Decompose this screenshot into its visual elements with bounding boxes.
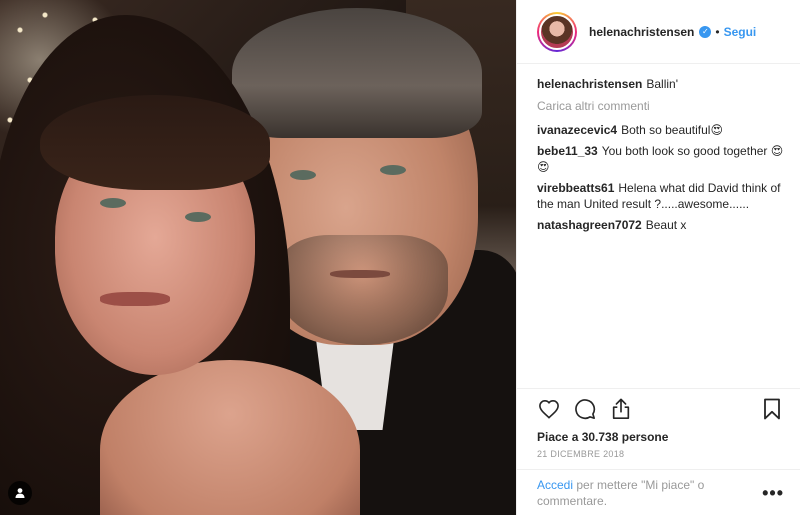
comment-author[interactable]: ivanazecevic4 [537, 123, 617, 137]
author-username[interactable]: helenachristensen [589, 25, 694, 39]
follow-button[interactable]: Segui [724, 25, 757, 39]
man-mouth [330, 270, 390, 278]
post-actions-section: Piace a 30.738 persone 21 DICEMBRE 2018 [517, 388, 800, 469]
verified-badge-icon: ✓ [699, 25, 712, 38]
instagram-post: helenachristensen ✓ • Segui helenachrist… [0, 0, 800, 515]
action-bar [517, 389, 800, 429]
post-side-panel: helenachristensen ✓ • Segui helenachrist… [516, 0, 800, 515]
avatar[interactable] [539, 13, 575, 50]
save-button[interactable] [760, 397, 784, 421]
comment-button[interactable] [573, 397, 597, 421]
comment-item: virebbeatts61 Helena what did David think… [537, 180, 784, 212]
woman-right-eye [185, 212, 211, 222]
caption: helenachristensen Ballin' [537, 76, 784, 92]
comment-text: Both so beautiful😍 [621, 123, 723, 137]
more-options-icon[interactable]: ••• [762, 484, 784, 502]
caption-text: Ballin' [646, 77, 679, 91]
comment-author[interactable]: natashagreen7072 [537, 218, 642, 232]
bookmark-icon [764, 398, 780, 420]
woman-left-eye [100, 198, 126, 208]
woman-bangs [40, 95, 270, 190]
comments-list: helenachristensen Ballin' Carica altri co… [517, 64, 800, 388]
add-comment-section: Accedi per mettere "Mi piace" o commenta… [517, 469, 800, 515]
likes-count[interactable]: Piace a 30.738 persone [517, 429, 800, 445]
post-photo[interactable] [0, 0, 516, 515]
man-left-eye [290, 170, 316, 180]
post-header: helenachristensen ✓ • Segui [517, 0, 800, 64]
share-icon [612, 398, 630, 419]
caption-author[interactable]: helenachristensen [537, 77, 642, 91]
separator-dot: • [715, 24, 720, 39]
user-tag-icon [15, 488, 25, 498]
avatar-ring[interactable] [537, 11, 577, 52]
post-date[interactable]: 21 DICEMBRE 2018 [517, 445, 800, 469]
like-button[interactable] [537, 397, 561, 421]
login-link[interactable]: Accedi [537, 478, 573, 492]
comment-text: Beaut x [645, 218, 687, 232]
comment-bubble-icon [575, 399, 596, 420]
woman-mouth [100, 292, 170, 306]
man-hair [232, 8, 482, 138]
login-prompt: Accedi per mettere "Mi piace" o commenta… [537, 477, 762, 509]
comment-item: natashagreen7072 Beaut x [537, 217, 784, 233]
user-tag-button[interactable] [8, 481, 32, 505]
man-beard [278, 235, 448, 345]
comment-author[interactable]: virebbeatts61 [537, 181, 614, 195]
comment-item: ivanazecevic4 Both so beautiful😍 [537, 122, 784, 138]
load-more-comments-button[interactable]: Carica altri commenti [537, 98, 784, 114]
comment-item: bebe11_33 You both look so good together … [537, 143, 784, 175]
comment-author[interactable]: bebe11_33 [537, 144, 598, 158]
man-right-eye [380, 165, 406, 175]
heart-icon [539, 399, 559, 419]
share-button[interactable] [609, 397, 633, 421]
